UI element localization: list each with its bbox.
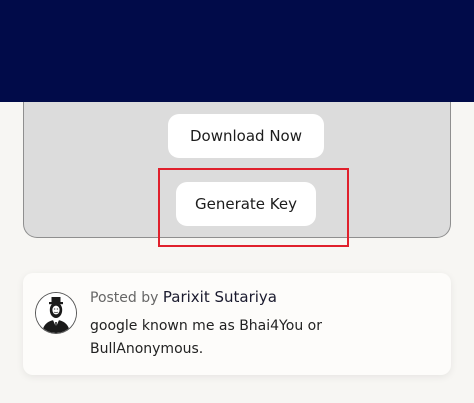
author-avatar[interactable]	[36, 293, 76, 333]
author-name[interactable]: Parixit Sutariya	[163, 288, 277, 306]
download-now-button[interactable]: Download Now	[168, 114, 324, 158]
author-bio: google known me as Bhai4You or BullAnony…	[90, 318, 322, 357]
generate-key-highlight	[158, 168, 349, 247]
top-header	[0, 0, 474, 102]
anonymous-mask-icon	[36, 293, 76, 333]
author-card: Posted by Parixit Sutariya google known …	[23, 273, 451, 375]
posted-by-line: Posted by Parixit Sutariya	[90, 288, 277, 306]
posted-by-label: Posted by	[90, 290, 159, 306]
